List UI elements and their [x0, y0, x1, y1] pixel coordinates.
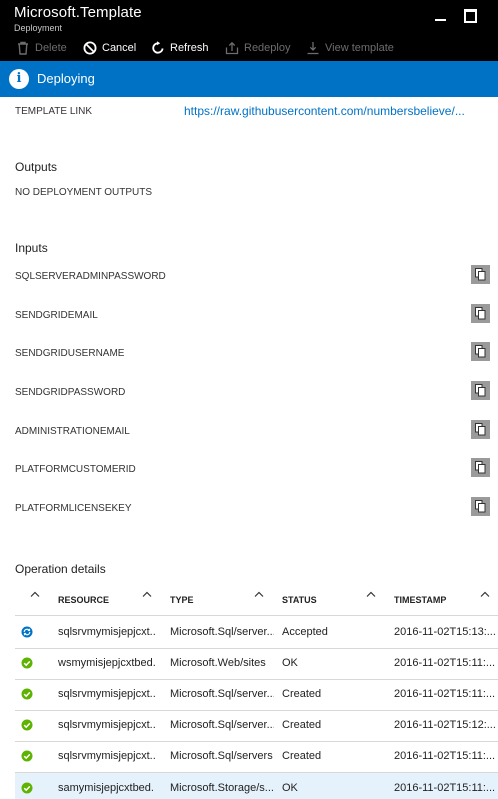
minimize-icon[interactable]: [432, 6, 450, 24]
copy-button[interactable]: [471, 381, 490, 400]
resource-cell: samymisjepjcxtbed...: [58, 782, 155, 794]
copy-icon: [475, 500, 486, 513]
resource-cell: wsmymisjepjcxtbed...: [58, 657, 155, 669]
redeploy-label: Redeploy: [244, 42, 291, 54]
resource-cell: sqlsrvmymisjepjcxt...: [58, 688, 155, 700]
copy-icon: [475, 461, 486, 474]
table-row-selected[interactable]: samymisjepjcxtbed... Microsoft.Storage/s…: [15, 773, 498, 799]
template-link-label: TEMPLATE LINK: [15, 106, 93, 117]
cancel-button[interactable]: Cancel: [83, 39, 136, 57]
copy-button[interactable]: [471, 420, 490, 439]
trash-icon: [18, 41, 28, 55]
copy-icon: [475, 384, 486, 397]
refresh-label: Refresh: [170, 42, 209, 54]
delete-button[interactable]: Delete: [16, 39, 67, 57]
refresh-icon: [152, 41, 164, 54]
type-cell: Microsoft.Web/sites: [170, 657, 266, 669]
maximize-icon[interactable]: [462, 6, 480, 24]
copy-button[interactable]: [471, 265, 490, 284]
type-cell: Microsoft.Sql/server...: [170, 626, 274, 638]
type-cell: Microsoft.Sql/server...: [170, 688, 274, 700]
success-icon: [21, 688, 33, 700]
column-header-resource[interactable]: RESOURCE: [58, 595, 109, 605]
copy-button[interactable]: [471, 304, 490, 323]
outputs-heading: Outputs: [15, 160, 58, 174]
input-name: SENDGRIDEMAIL: [15, 310, 98, 321]
timestamp-cell: 2016-11-02T15:13:...: [394, 626, 496, 638]
inputs-heading: Inputs: [15, 241, 48, 255]
status-cell: OK: [282, 782, 298, 794]
download-icon: [307, 42, 319, 55]
copy-button[interactable]: [471, 342, 490, 361]
copy-icon: [475, 345, 486, 358]
info-icon: i: [9, 69, 29, 89]
in-progress-icon: [21, 626, 33, 638]
sort-timestamp-icon[interactable]: [480, 591, 492, 601]
input-name: ADMINISTRATIONEMAIL: [15, 426, 130, 437]
copy-icon: [475, 307, 486, 320]
copy-button[interactable]: [471, 497, 490, 516]
table-row[interactable]: sqlsrvmymisjepjcxt... Microsoft.Sql/serv…: [15, 741, 498, 772]
success-icon: [21, 750, 33, 762]
redeploy-icon: [225, 41, 239, 55]
deploying-banner: i Deploying: [0, 61, 498, 97]
timestamp-cell: 2016-11-02T15:11:...: [394, 657, 496, 669]
view-template-button[interactable]: View template: [306, 39, 394, 57]
timestamp-cell: 2016-11-02T15:11:...: [394, 750, 496, 762]
command-bar: Delete Cancel Refresh Redeploy View temp…: [0, 36, 498, 61]
success-icon: [21, 719, 33, 731]
resource-cell: sqlsrvmymisjepjcxt...: [58, 626, 155, 638]
timestamp-cell: 2016-11-02T15:11:...: [394, 782, 496, 794]
banner-text: Deploying: [37, 71, 95, 86]
table-row[interactable]: sqlsrvmymisjepjcxt... Microsoft.Sql/serv…: [15, 710, 498, 741]
type-cell: Microsoft.Sql/servers: [170, 750, 273, 762]
refresh-button[interactable]: Refresh: [151, 39, 209, 57]
no-outputs-text: NO DEPLOYMENT OUTPUTS: [15, 187, 153, 198]
redeploy-button[interactable]: Redeploy: [225, 39, 290, 57]
timestamp-cell: 2016-11-02T15:11:...: [394, 688, 496, 700]
copy-icon: [475, 423, 486, 436]
input-name: PLATFORMLICENSEKEY: [15, 503, 132, 514]
divider: [15, 615, 498, 616]
input-name: PLATFORMCUSTOMERID: [15, 464, 136, 475]
view-template-label: View template: [325, 42, 394, 54]
cancel-icon: [83, 41, 97, 55]
input-name: SQLSERVERADMINPASSWORD: [15, 271, 166, 282]
cancel-label: Cancel: [102, 42, 137, 54]
template-link[interactable]: https://raw.githubusercontent.com/number…: [184, 104, 484, 118]
status-cell: Accepted: [282, 626, 328, 638]
success-icon: [21, 782, 33, 794]
status-cell: OK: [282, 657, 298, 669]
delete-label: Delete: [35, 42, 67, 54]
column-header-timestamp[interactable]: TIMESTAMP: [394, 595, 446, 605]
blade-title: Microsoft.Template: [14, 4, 142, 21]
resource-cell: sqlsrvmymisjepjcxt...: [58, 719, 155, 731]
table-row[interactable]: sqlsrvmymisjepjcxt... Microsoft.Sql/serv…: [15, 617, 498, 648]
table-row[interactable]: wsmymisjepjcxtbed... Microsoft.Web/sites…: [15, 648, 498, 679]
input-name: SENDGRIDUSERNAME: [15, 348, 125, 359]
timestamp-cell: 2016-11-02T15:12:...: [394, 719, 496, 731]
blade-subtitle: Deployment: [14, 23, 63, 33]
type-cell: Microsoft.Sql/server...: [170, 719, 274, 731]
resource-cell: sqlsrvmymisjepjcxt...: [58, 750, 155, 762]
sort-type-icon[interactable]: [254, 591, 266, 601]
success-icon: [21, 657, 33, 669]
column-header-status[interactable]: STATUS: [282, 595, 317, 605]
status-cell: Created: [282, 688, 322, 700]
copy-button[interactable]: [471, 458, 490, 477]
status-cell: Created: [282, 750, 322, 762]
blade-header: Microsoft.Template Deployment: [0, 0, 498, 36]
table-row[interactable]: sqlsrvmymisjepjcxt... Microsoft.Sql/serv…: [15, 679, 498, 710]
operation-details-heading: Operation details: [15, 562, 106, 576]
status-cell: Created: [282, 719, 322, 731]
sort-status-col-icon[interactable]: [366, 591, 378, 601]
type-cell: Microsoft.Storage/s...: [170, 782, 274, 794]
sort-resource-icon[interactable]: [142, 591, 154, 601]
sort-status-icon[interactable]: [30, 591, 42, 601]
copy-icon: [475, 268, 486, 281]
column-header-type[interactable]: TYPE: [170, 595, 194, 605]
input-name: SENDGRIDPASSWORD: [15, 387, 126, 398]
